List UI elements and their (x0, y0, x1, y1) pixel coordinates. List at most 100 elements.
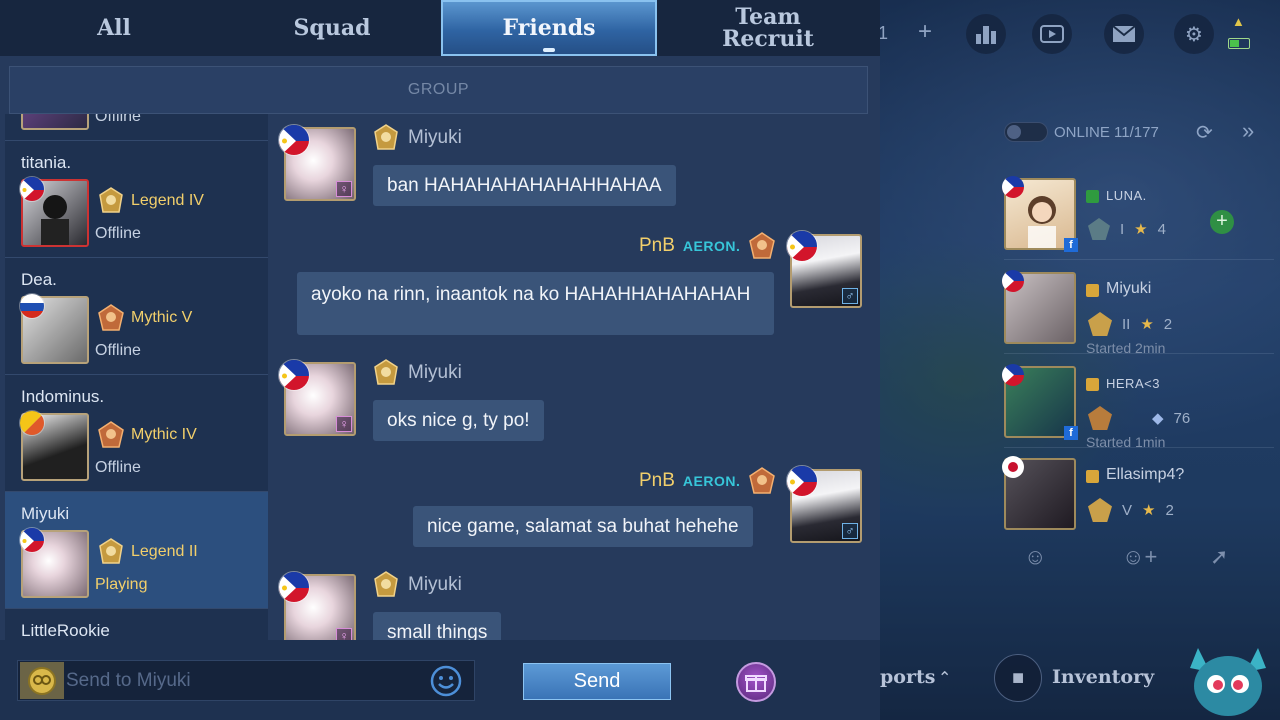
emoji-icon[interactable] (430, 665, 462, 697)
flag-icon (19, 410, 45, 436)
facebook-icon: f (1064, 426, 1078, 440)
send-button[interactable]: Send (523, 663, 671, 700)
share-icon[interactable]: ➚ (1210, 544, 1228, 570)
flag-icon (278, 359, 310, 391)
tab-friends[interactable]: Friends (441, 0, 657, 56)
lobby-overlay (880, 0, 1280, 720)
flag-icon (786, 465, 818, 497)
tab-team-recruit[interactable]: Team Recruit (660, 0, 876, 56)
mail-icon[interactable] (1104, 14, 1144, 54)
friend-name: HERA<3 (1106, 376, 1160, 391)
inventory-icon[interactable]: ■ (994, 654, 1042, 702)
status-icon (1086, 470, 1099, 483)
flag-icon (19, 176, 45, 202)
friends-icon[interactable]: ☺ (1024, 544, 1046, 570)
friend-list[interactable]: Offline titania. Legend IV Offline Dea. … (5, 114, 268, 640)
refresh-icon[interactable]: ⟳ (1196, 120, 1213, 145)
flag-icon (1002, 456, 1024, 478)
lobby-friend-item[interactable]: Miyuki II ★ 2 Started 2min (1002, 270, 1274, 356)
rank-badge-icon (98, 421, 124, 448)
message-header: Miyuki (372, 359, 462, 387)
lobby-friend-actions: ☺ ☺+ ➚ (1004, 538, 1274, 578)
flag-icon (278, 124, 310, 156)
friend-name: Indominus. (21, 387, 105, 406)
tab-all[interactable]: All (6, 0, 222, 56)
message-header: PnB AERON. (639, 232, 776, 260)
rank-badge-icon (1088, 312, 1112, 336)
friend-rank: V ★ 2 (1088, 498, 1174, 522)
list-item[interactable]: Indominus. Mythic IV Offline (5, 375, 268, 492)
friend-status: Playing (95, 576, 148, 593)
gift-button[interactable] (736, 662, 776, 702)
rank-badge-icon (1088, 498, 1112, 522)
lobby-bottom-bar: ports ⌃ ■ Inventory (880, 640, 1280, 720)
star-icon: ★ (1142, 502, 1156, 519)
sender-tag: AERON. (682, 238, 741, 254)
gift-icon (745, 675, 767, 692)
male-icon: ♂ (842, 523, 858, 539)
message-input[interactable] (66, 661, 426, 700)
facebook-icon: f (1064, 238, 1078, 252)
inventory-label[interactable]: Inventory (1052, 666, 1154, 688)
friend-name: titania. (21, 153, 72, 172)
flag-icon (19, 293, 45, 319)
rank-badge-icon (98, 304, 124, 331)
rank-badge-icon (1088, 218, 1110, 240)
friend-name: Miyuki (21, 504, 70, 523)
group-button[interactable]: GROUP (9, 66, 868, 114)
lobby-friend-item[interactable]: f HERA<3 ◆ 76 Started 1min (1002, 364, 1274, 450)
status-icon (1086, 378, 1099, 391)
list-item[interactable]: titania. Legend IV Offline (5, 141, 268, 258)
sender-name: Miyuki (408, 362, 462, 383)
friend-rank: ◆ 76 (1088, 406, 1190, 430)
sender-name: PnB (639, 470, 675, 491)
add-friend-button[interactable]: + (1210, 210, 1234, 234)
chat-input-bar: Send (0, 640, 880, 720)
flag-icon (786, 230, 818, 262)
lobby-friend-item[interactable]: f LUNA. I ★ 4 + (1002, 176, 1274, 260)
friend-rank: Mythic V (97, 304, 192, 332)
tab-squad[interactable]: Squad (224, 0, 440, 56)
flag-icon (1002, 176, 1024, 198)
chat-mode-toggle[interactable] (20, 662, 64, 699)
list-item[interactable]: LittleRookie (5, 609, 268, 640)
female-icon: ♀ (336, 181, 352, 197)
add-currency-icon[interactable]: + (918, 18, 932, 46)
add-friend-icon[interactable]: ☺+ (1122, 544, 1157, 570)
chevron-up-icon: ⌃ (938, 670, 952, 687)
message-header: Miyuki (372, 571, 462, 599)
reports-label[interactable]: ports (880, 666, 935, 688)
wifi-icon: ▲ (1232, 14, 1245, 29)
sender-name: PnB (639, 235, 675, 256)
friend-sub: Started 1min (1086, 434, 1166, 450)
diamond-icon: ◆ (1152, 410, 1164, 427)
video-icon[interactable] (1032, 14, 1072, 54)
friend-sub: Started 2min (1086, 340, 1166, 356)
settings-icon[interactable]: ⚙ (1174, 14, 1214, 54)
message-bubble: small things (373, 612, 502, 640)
friend-rank: Legend II (97, 538, 198, 566)
message-header: Miyuki (372, 124, 462, 152)
rank-badge-icon (374, 571, 398, 597)
female-icon: ♀ (336, 416, 352, 432)
message-bubble: ayoko na rinn, inaantok na ko HAHAHHAHAH… (297, 272, 774, 335)
friend-name: LUNA. (1106, 188, 1147, 203)
online-toggle[interactable] (1004, 122, 1048, 142)
collapse-arrows-icon[interactable]: » (1242, 118, 1254, 144)
rank-badge-icon (374, 359, 398, 385)
list-item[interactable]: Offline (5, 114, 268, 141)
list-item-selected[interactable]: Miyuki Legend II Playing (5, 492, 268, 609)
star-icon: ★ (1134, 221, 1148, 238)
message-bubble: ban HAHAHAHAHAHAHHAHAA (373, 165, 676, 206)
list-item[interactable]: Dea. Mythic V Offline (5, 258, 268, 375)
female-icon: ♀ (336, 628, 352, 640)
lobby-friend-item[interactable]: Ellasimp4? V ★ 2 (1002, 456, 1274, 540)
battery-icon (1228, 38, 1250, 49)
male-icon: ♂ (842, 288, 858, 304)
chat-messages[interactable]: ♀ Miyuki ban HAHAHAHAHAHAHHAHAA ♂ PnB AE… (268, 114, 880, 640)
mascot-icon (1190, 648, 1266, 716)
flag-icon (278, 571, 310, 603)
message-input-box (17, 660, 475, 701)
sender-name: Miyuki (408, 574, 462, 595)
ranking-icon[interactable] (966, 14, 1006, 54)
